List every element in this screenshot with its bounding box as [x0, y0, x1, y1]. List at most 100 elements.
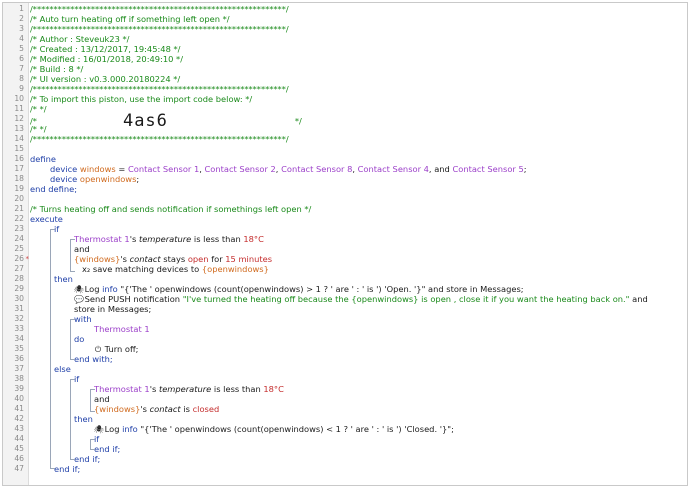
line-number: 31: [14, 304, 24, 313]
device-link[interactable]: Contact Sensor 4: [358, 164, 429, 174]
header-comment-line: /* Created : 13/12/2017, 19:45:48 */: [30, 44, 687, 54]
variable-icon: x₂: [82, 264, 91, 274]
line-number: 33: [14, 324, 24, 333]
with-device-line: Thermostat 1: [30, 324, 687, 334]
line-number: 46: [14, 454, 24, 463]
header-comment-line: /* Build : 8 */: [30, 64, 687, 74]
push-text: Send PUSH notification: [84, 294, 183, 304]
device-link[interactable]: Contact Sensor 2: [205, 164, 276, 174]
piston-code-viewer: 1 2 3 4 5 6 7 8 9 10 11 12 13 14 15 16 17 18 19 20 21 22 23 24 2…: [2, 2, 688, 486]
line-number: 20: [14, 194, 24, 203]
device-keyword: device: [50, 164, 78, 174]
line-number: 42: [14, 414, 24, 423]
comment-line: /* Turns heating off and sends notificat…: [30, 204, 687, 214]
line-number-gutter: 1 2 3 4 5 6 7 8 9 10 11 12 13 14 15 16 17 18 19 20 21 22 23 24 2…: [3, 3, 29, 485]
possessive: 's: [140, 404, 150, 414]
push-message: "I've turned the heating off because the…: [182, 294, 630, 304]
possessive: 's: [149, 384, 159, 394]
line-number: 7: [19, 64, 24, 73]
line-number: 21: [14, 204, 24, 213]
variable-name[interactable]: windows: [80, 164, 116, 174]
line-number: 32: [14, 314, 24, 323]
variable-ref[interactable]: {openwindows}: [202, 264, 269, 274]
then-keyword: then: [74, 414, 93, 424]
line-number: 41: [14, 404, 24, 413]
line-number: 27: [14, 264, 24, 273]
line-number: 2: [19, 14, 24, 23]
header-comment-line: /***************************************…: [30, 4, 687, 14]
line-number: 5: [19, 44, 24, 53]
condition-line: Thermostat 1's temperature is less than …: [30, 384, 687, 394]
line-number: 8: [19, 74, 24, 83]
punct: ;: [523, 164, 527, 174]
header-comment-line: /***************************************…: [30, 134, 687, 144]
line-number: 37: [14, 364, 24, 373]
device-link[interactable]: Contact Sensor 1: [128, 164, 199, 174]
comment-text: /* UI version : v0.3.000.20180224 */: [30, 74, 181, 84]
save-matching-line: x₂ save matching devices to {openwindows…: [30, 264, 687, 274]
if-bracket-outer: [50, 229, 55, 469]
attribute-name: contact: [129, 254, 161, 264]
header-comment-line: /***************************************…: [30, 24, 687, 34]
device-keyword: device: [50, 174, 78, 184]
push-statement-line: store in Messages;: [30, 304, 687, 314]
line-number: 24: [14, 234, 24, 243]
push-store: store in Messages;: [74, 304, 152, 314]
save-text: save matching devices to: [92, 264, 202, 274]
line-number: 18: [14, 174, 24, 183]
value: 18°C: [243, 234, 264, 244]
variable-name[interactable]: openwindows: [80, 174, 137, 184]
comment-text: /* Auto turn heating off if something le…: [30, 14, 230, 24]
end-if-keyword: end if;: [54, 464, 81, 474]
do-line: do: [30, 334, 687, 344]
comment-text: /* Created : 13/12/2017, 19:45:48 */: [30, 44, 181, 54]
then-keyword: then: [54, 274, 73, 284]
variable-ref[interactable]: {windows}: [74, 254, 120, 264]
line-number: 13: [14, 124, 24, 133]
device-link[interactable]: Thermostat 1: [94, 384, 150, 394]
variable-ref[interactable]: {windows}: [94, 404, 140, 414]
line-number: 28: [14, 274, 24, 283]
with-line: with: [30, 314, 687, 324]
value: 15 minutes: [225, 254, 273, 264]
log-statement-line: 🕷 Log info "{'The ' openwindows (count(o…: [30, 284, 687, 294]
comment-text: /* */: [30, 104, 47, 114]
and-operator: and: [74, 244, 90, 254]
comment-text: /***************************************…: [30, 134, 289, 144]
if-line: if: [30, 374, 687, 384]
line-number: 4: [19, 34, 24, 43]
device-link[interactable]: Contact Sensor 5: [452, 164, 523, 174]
comment-text: /* Build : 8 */: [30, 64, 84, 74]
line-number: 25: [14, 244, 24, 253]
else-line: else: [30, 364, 687, 374]
line-number: 3: [19, 24, 24, 33]
punct: ,: [199, 164, 202, 174]
device-link[interactable]: Thermostat 1: [94, 324, 150, 334]
device-link[interactable]: Contact Sensor 8: [281, 164, 352, 174]
log-level: info: [102, 284, 118, 294]
line-number: 39: [14, 384, 24, 393]
end-if-line: end if;: [30, 454, 687, 464]
if-line: if: [30, 224, 687, 234]
line-number: 22: [14, 214, 24, 223]
define-line: define: [30, 154, 687, 164]
line-number: 45: [14, 444, 24, 453]
with-bracket: [70, 319, 75, 360]
log-word: Log: [104, 424, 123, 434]
device-link[interactable]: Thermostat 1: [74, 234, 130, 244]
line-number: 34: [14, 334, 24, 343]
and-word: and: [434, 164, 450, 174]
import-code-line: /* 4as6 */: [30, 113, 687, 130]
punct: ,: [275, 164, 279, 174]
value: open: [187, 254, 209, 264]
comment-text: /* Modified : 16/01/2018, 20:49:10 */: [30, 54, 183, 64]
header-comment-line: /* */: [30, 124, 687, 134]
line-number: 23: [14, 224, 24, 233]
punct: ,: [428, 164, 432, 174]
condition-bracket: [70, 239, 75, 272]
command-line: ⏻ Turn off;: [30, 344, 687, 354]
line-number: 15: [14, 144, 24, 153]
line-number: 1: [19, 4, 24, 13]
value: closed: [192, 404, 220, 414]
header-comment-line: /* Auto turn heating off if something le…: [30, 14, 687, 24]
